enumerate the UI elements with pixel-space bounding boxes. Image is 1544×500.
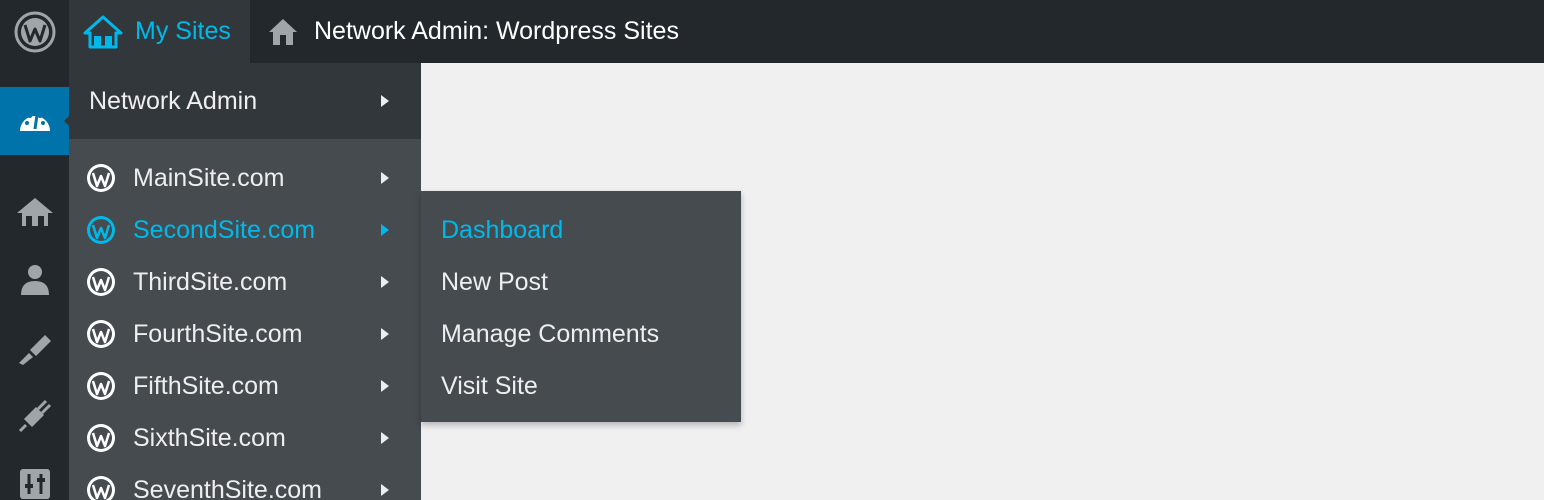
submenu-new-post[interactable]: New Post <box>441 256 548 308</box>
wordpress-logo-icon <box>85 474 117 500</box>
themes-brush-icon <box>17 331 53 365</box>
wordpress-logo-button[interactable] <box>0 0 69 63</box>
admin-bar: My Sites Network Admin: Wordpress Sites <box>0 0 1544 63</box>
home-icon <box>268 17 298 47</box>
my-sites-dropdown: Network Admin MainSite.com SecondSite.co… <box>69 63 421 500</box>
site-item-mainsite[interactable]: MainSite.com <box>69 152 421 204</box>
settings-sliders-icon <box>19 468 51 500</box>
wordpress-logo-icon <box>85 370 117 402</box>
wordpress-logo-icon <box>85 422 117 454</box>
menu-sites[interactable] <box>0 178 69 246</box>
site-name-label: Network Admin: Wordpress Sites <box>314 17 679 45</box>
menu-plugins[interactable] <box>0 382 69 450</box>
wordpress-logo-icon <box>14 11 56 53</box>
site-item-fourthsite[interactable]: FourthSite.com <box>69 308 421 360</box>
menu-dashboard[interactable] <box>0 87 70 155</box>
submenu-arrow-icon <box>381 95 389 107</box>
submenu-arrow-icon <box>381 380 389 392</box>
site-item-sixthsite[interactable]: SixthSite.com <box>69 412 421 464</box>
sites-icon <box>15 196 55 228</box>
submenu-visit-site[interactable]: Visit Site <box>441 360 538 412</box>
users-icon <box>20 263 50 297</box>
submenu-arrow-icon <box>381 224 389 236</box>
site-submenu: Dashboard New Post Manage Comments Visit… <box>421 191 741 422</box>
wordpress-logo-icon <box>85 214 117 246</box>
sites-list: MainSite.com SecondSite.com ThirdSite.co… <box>69 139 421 500</box>
site-item-thirdsite[interactable]: ThirdSite.com <box>69 256 421 308</box>
site-item-label: SixthSite.com <box>133 423 286 452</box>
submenu-arrow-icon <box>381 172 389 184</box>
wordpress-logo-icon <box>85 162 117 194</box>
site-item-fifthsite[interactable]: FifthSite.com <box>69 360 421 412</box>
submenu-arrow-icon <box>381 432 389 444</box>
wordpress-logo-icon <box>85 318 117 350</box>
site-name-menu[interactable]: Network Admin: Wordpress Sites <box>250 0 679 63</box>
menu-settings[interactable] <box>0 450 69 500</box>
menu-appearance[interactable] <box>0 314 69 382</box>
site-item-label: FifthSite.com <box>133 371 279 400</box>
site-item-label: SecondSite.com <box>133 215 316 244</box>
submenu-arrow-icon <box>381 484 389 496</box>
submenu-arrow-icon <box>381 276 389 288</box>
site-item-label: ThirdSite.com <box>133 267 288 296</box>
network-admin-item[interactable]: Network Admin <box>69 63 421 139</box>
plugins-icon <box>18 399 52 433</box>
submenu-arrow-icon <box>381 328 389 340</box>
network-admin-label: Network Admin <box>89 86 258 115</box>
submenu-dashboard[interactable]: Dashboard <box>441 204 563 256</box>
site-item-label: FourthSite.com <box>133 319 303 348</box>
site-item-secondsite[interactable]: SecondSite.com <box>69 204 421 256</box>
multisite-houses-icon <box>83 15 123 49</box>
site-item-seventhsite[interactable]: SeventhSite.com <box>69 464 421 500</box>
my-sites-menu[interactable]: My Sites <box>69 0 250 63</box>
wordpress-logo-icon <box>85 266 117 298</box>
dashboard-gauge-icon <box>18 107 52 135</box>
menu-users[interactable] <box>0 246 69 314</box>
submenu-manage-comments[interactable]: Manage Comments <box>441 308 659 360</box>
site-item-label: MainSite.com <box>133 163 285 192</box>
site-item-label: SeventhSite.com <box>133 475 322 500</box>
admin-menu <box>0 63 70 500</box>
my-sites-label: My Sites <box>135 17 231 45</box>
